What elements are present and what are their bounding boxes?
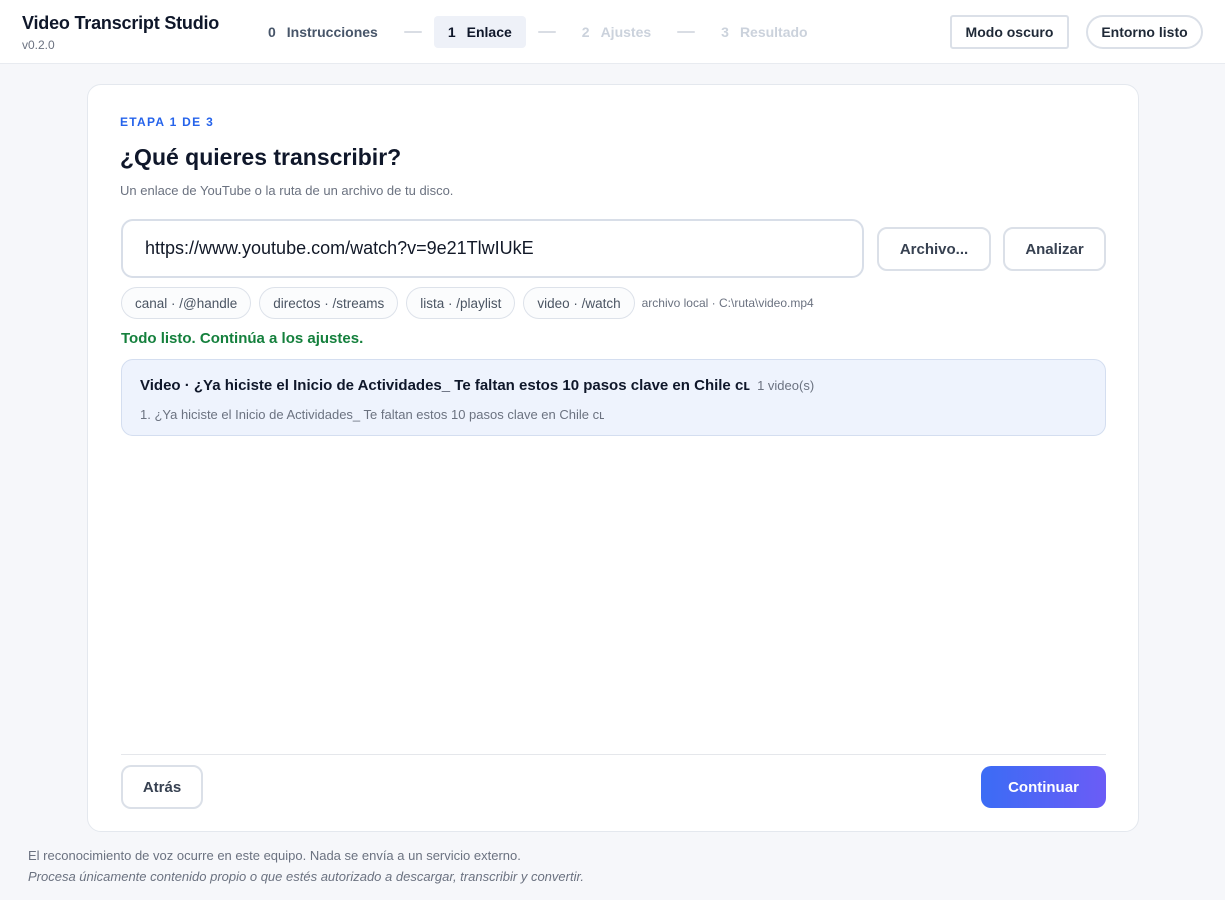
link-step-card: ETAPA 1 DE 3 ¿Qué quieres transcribir? U… <box>87 84 1139 832</box>
step-label: Resultado <box>739 24 808 40</box>
local-file-hint: archivo local · C:\ruta\video.mp4 <box>641 296 814 310</box>
step-label: Instrucciones <box>286 24 378 40</box>
step-number: 2 <box>581 24 590 40</box>
back-button[interactable]: Atrás <box>121 765 203 809</box>
step-instructions[interactable]: 0 Instrucciones <box>254 16 392 48</box>
hint-chip-streams[interactable]: directos · /streams <box>259 287 399 319</box>
step-eyebrow: ETAPA 1 DE 3 <box>120 115 215 129</box>
step-settings[interactable]: 2 Ajustes <box>568 16 665 48</box>
step-label: Enlace <box>466 24 512 40</box>
step-separator <box>537 31 556 33</box>
step-number: 0 <box>268 24 276 40</box>
step-link[interactable]: 1 Enlace <box>433 16 526 48</box>
continue-button[interactable]: Continuar <box>981 766 1106 808</box>
top-bar: Video Transcript Studio v0.2.0 0 Instruc… <box>0 0 1225 64</box>
status-message: Todo listo. Continúa a los ajustes. <box>121 330 364 347</box>
page-title: ¿Qué quieres transcribir? <box>120 144 402 170</box>
hint-chip-video[interactable]: video · /watch <box>523 287 635 319</box>
result-title: Video · ¿Ya hiciste el Inicio de Activid… <box>140 377 751 394</box>
privacy-note: El reconocimiento de voz ocurre en este … <box>28 848 521 863</box>
brand: Video Transcript Studio v0.2.0 <box>22 13 219 52</box>
footer-divider <box>121 754 1106 755</box>
usage-disclaimer: Procesa únicamente contenido propio o qu… <box>28 869 584 884</box>
url-format-hints: canal · /@handle directos · /streams lis… <box>121 287 814 319</box>
page-subtitle: Un enlace de YouTube o la ruta de un arc… <box>120 183 454 198</box>
file-picker-button[interactable]: Archivo... <box>877 227 991 271</box>
app-version: v0.2.0 <box>22 38 55 52</box>
dark-mode-button[interactable]: Modo oscuro <box>950 15 1069 49</box>
url-input[interactable] <box>121 219 864 278</box>
list-item: 1. ¿Ya hiciste el Inicio de Actividades_… <box>140 407 605 422</box>
environment-status-button[interactable]: Entorno listo <box>1086 15 1203 49</box>
step-separator <box>677 31 696 33</box>
step-number: 1 <box>447 24 456 40</box>
step-result[interactable]: 3 Resultado <box>707 16 821 48</box>
hint-chip-channel[interactable]: canal · /@handle <box>121 287 252 319</box>
result-header: Video · ¿Ya hiciste el Inicio de Activid… <box>140 377 814 394</box>
hint-chip-playlist[interactable]: lista · /playlist <box>406 287 516 319</box>
step-label: Ajustes <box>600 24 652 40</box>
analysis-result: Video · ¿Ya hiciste el Inicio de Activid… <box>121 359 1106 436</box>
step-number: 3 <box>721 24 729 40</box>
analyze-button[interactable]: Analizar <box>1003 227 1106 271</box>
app-title: Video Transcript Studio <box>22 13 220 33</box>
step-separator <box>403 31 422 33</box>
result-count: 1 video(s) <box>757 378 815 393</box>
stepper: 0 Instrucciones 1 Enlace 2 Ajustes 3 Res… <box>254 16 822 48</box>
